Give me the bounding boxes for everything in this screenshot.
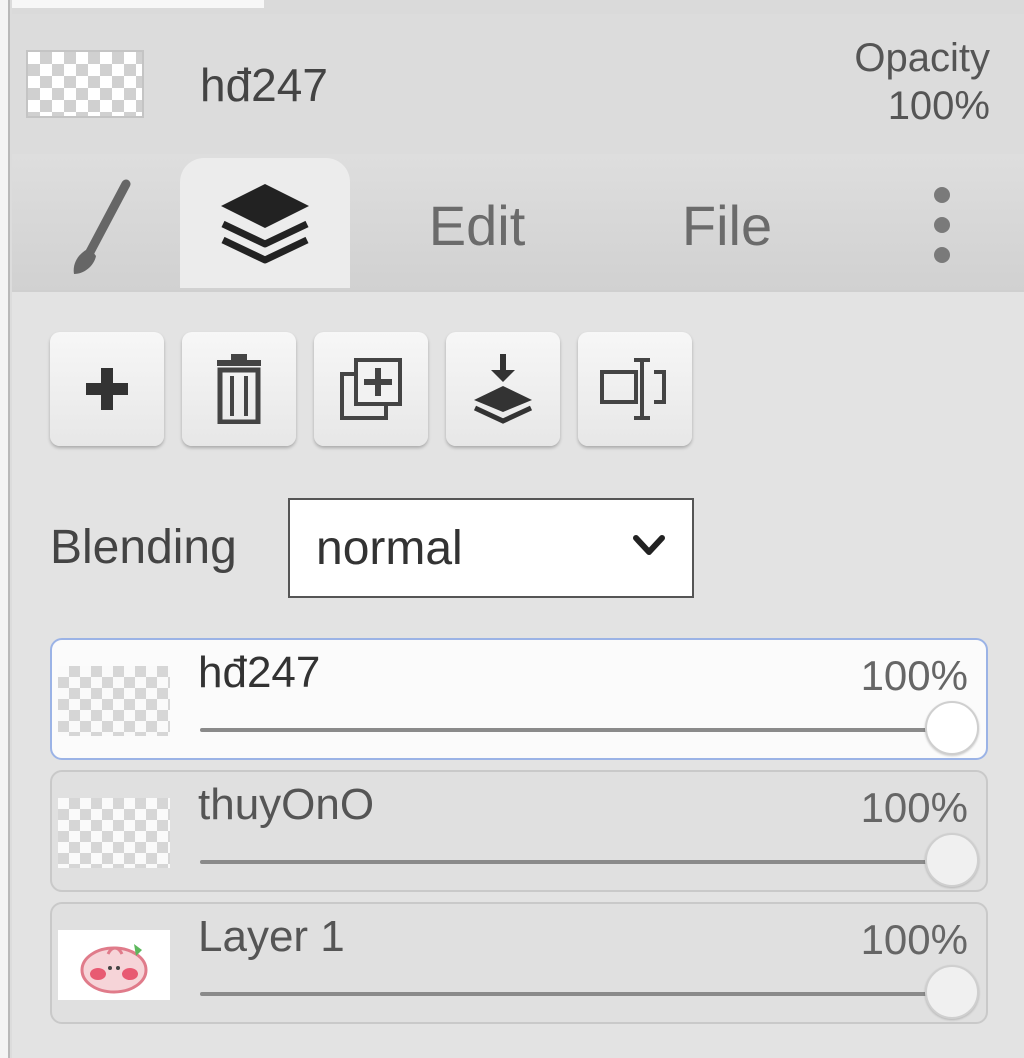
layer-name: hđ247 [198, 648, 321, 697]
merge-down-button[interactable] [446, 332, 560, 446]
layer-thumbnail [58, 798, 170, 868]
add-layer-button[interactable] [50, 332, 164, 446]
tab-layers[interactable] [180, 158, 350, 288]
current-layer-thumbnail [26, 50, 144, 118]
merge-down-icon [473, 354, 533, 424]
tab-brush[interactable] [32, 164, 172, 294]
layer-thumbnail [58, 930, 170, 1000]
layer-row[interactable]: hđ247 100% [50, 638, 988, 760]
duplicate-icon [340, 358, 402, 420]
chevron-down-icon [633, 535, 665, 555]
layer-opacity-value: 100% [860, 784, 968, 831]
tab-edit[interactable]: Edit [392, 160, 562, 290]
opacity-value: 100% [887, 84, 990, 128]
layer-toolbar [50, 332, 692, 446]
blending-select[interactable]: normal [288, 498, 694, 598]
tab-file[interactable]: File [642, 160, 812, 290]
trash-icon [217, 354, 261, 424]
plus-icon [86, 368, 128, 410]
opacity-label: Opacity [854, 36, 990, 80]
layer-opacity-slider[interactable] [200, 965, 979, 1019]
blending-label: Blending [50, 521, 237, 574]
panel-tabs: Edit File [12, 154, 1024, 292]
more-vertical-icon [934, 187, 950, 263]
layers-panel: hđ247 Opacity 100% Edit File Blending no… [12, 14, 1024, 1058]
layer-opacity-value: 100% [860, 916, 968, 963]
layer-name: thuyOnO [198, 780, 375, 829]
duplicate-layer-button[interactable] [314, 332, 428, 446]
rename-icon [600, 358, 666, 420]
brush-icon [73, 179, 131, 274]
tab-more[interactable] [912, 160, 972, 290]
layer-opacity-value: 100% [860, 652, 968, 699]
layers-content: Blending normal hđ247 100% thuyOnO 100% [12, 292, 1024, 1058]
rename-layer-button[interactable] [578, 332, 692, 446]
slider-handle[interactable] [925, 701, 979, 755]
layer-thumbnail [58, 666, 170, 736]
window-edge [0, 0, 10, 1058]
slider-handle[interactable] [925, 833, 979, 887]
layer-opacity-slider[interactable] [200, 701, 979, 755]
top-tab-active-indicator [12, 0, 264, 8]
blending-value: normal [316, 521, 463, 575]
layer-name: Layer 1 [198, 912, 345, 961]
delete-layer-button[interactable] [182, 332, 296, 446]
slider-handle[interactable] [925, 965, 979, 1019]
layer-opacity-slider[interactable] [200, 833, 979, 887]
current-layer-name: hđ247 [200, 59, 328, 111]
layers-icon [221, 184, 309, 264]
artwork-thumbnail-icon [80, 944, 148, 994]
current-layer-opacity: Opacity 100% [854, 34, 990, 130]
layer-row[interactable]: thuyOnO 100% [50, 770, 988, 892]
top-strip [12, 0, 1024, 15]
layer-row[interactable]: Layer 1 100% [50, 902, 988, 1024]
